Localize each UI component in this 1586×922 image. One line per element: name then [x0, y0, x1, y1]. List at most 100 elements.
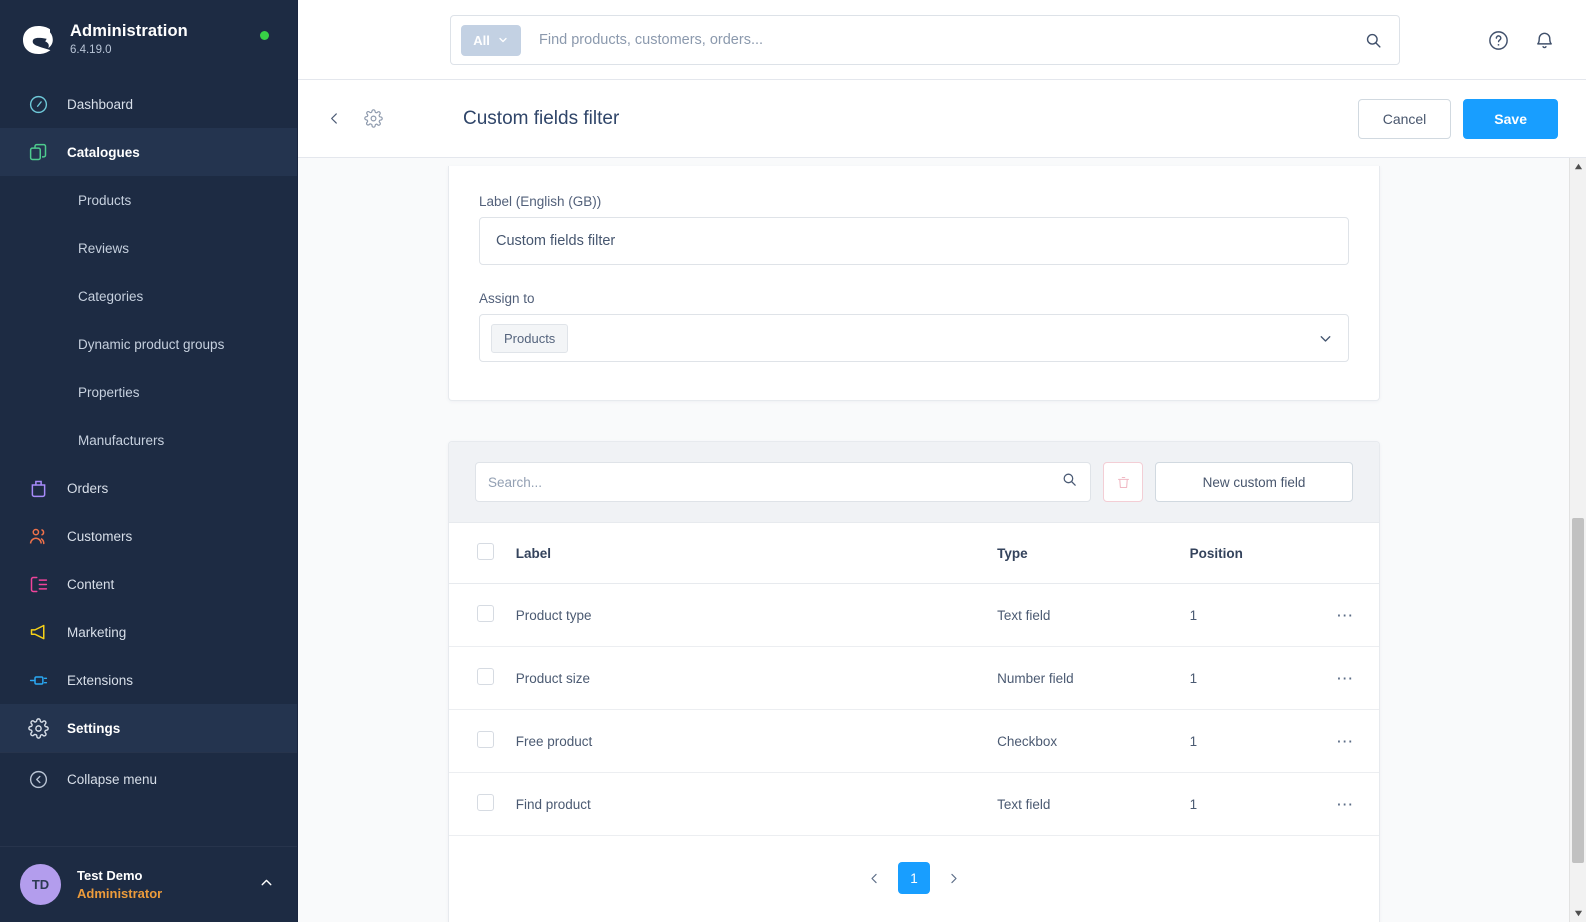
collapse-menu-label: Collapse menu	[67, 771, 158, 787]
chevron-left-icon[interactable]	[320, 104, 349, 133]
search-scope-dropdown[interactable]: All	[461, 24, 521, 56]
table-search-input[interactable]	[488, 474, 1061, 490]
column-header-position[interactable]: Position	[1189, 523, 1312, 584]
chevron-down-icon[interactable]	[1317, 330, 1334, 347]
global-search-bar: All	[450, 15, 1400, 65]
cancel-button[interactable]: Cancel	[1357, 98, 1452, 139]
row-checkbox[interactable]	[477, 794, 494, 811]
catalogues-icon	[26, 140, 50, 164]
scrollbar-down-arrow-icon[interactable]	[1570, 905, 1586, 922]
user-name: Test Demo	[77, 867, 143, 883]
brand-text: Administration 6.4.19.0	[70, 21, 188, 60]
table-row[interactable]: Find product Text field 1 ⋯	[449, 772, 1379, 836]
label-field-input[interactable]	[479, 217, 1349, 265]
column-header-type[interactable]: Type	[997, 523, 1190, 584]
row-select-cell	[449, 709, 516, 773]
field-spacer	[479, 265, 1349, 291]
save-button[interactable]: Save	[1463, 98, 1558, 139]
row-actions-cell: ⋯	[1311, 646, 1379, 710]
ellipsis-icon[interactable]: ⋯	[1336, 732, 1355, 751]
pagination-next-button[interactable]	[940, 867, 967, 890]
collapse-menu-button[interactable]: Collapse menu	[0, 755, 297, 803]
table-row[interactable]: Free product Checkbox 1 ⋯	[449, 709, 1379, 773]
sidebar-item-content[interactable]: Content	[0, 560, 297, 608]
sidebar-item-label: Reviews	[78, 240, 130, 256]
sidebar-item-label: Categories	[78, 288, 144, 304]
row-checkbox[interactable]	[477, 668, 494, 685]
gear-icon[interactable]	[358, 103, 389, 134]
sidebar-item-manufacturers[interactable]: Manufacturers	[0, 416, 297, 464]
sidebar-item-label: Marketing	[67, 624, 127, 640]
sidebar-item-customers[interactable]: Customers	[0, 512, 297, 560]
assign-to-label: Assign to	[479, 291, 535, 306]
sidebar-item-label: Products	[78, 192, 132, 208]
label-field-group: Label (English (GB))	[479, 194, 1349, 265]
table-head: Label Type Position	[449, 523, 1379, 584]
content-area: Label (English (GB)) Assign to Products	[298, 158, 1586, 922]
table-row[interactable]: Product size Number field 1 ⋯	[449, 646, 1379, 710]
user-texts: Test Demo Administrator	[77, 867, 258, 902]
row-select-cell	[449, 772, 516, 836]
table-search-wrapper	[475, 462, 1091, 502]
new-custom-field-button[interactable]: New custom field	[1155, 462, 1353, 502]
sidebar-item-orders[interactable]: Orders	[0, 464, 297, 512]
row-type: Text field	[997, 772, 1190, 836]
column-header-label[interactable]: Label	[515, 523, 998, 584]
sidebar-item-label: Catalogues	[67, 144, 140, 160]
pagination-page-1[interactable]: 1	[898, 862, 930, 894]
sidebar-item-dashboard[interactable]: Dashboard	[0, 80, 297, 128]
content-scroll: Label (English (GB)) Assign to Products	[298, 158, 1568, 922]
custom-fields-table: Label Type Position Product type Text fi…	[449, 523, 1379, 836]
assign-to-select[interactable]: Products	[479, 314, 1349, 362]
user-role: Administrator	[77, 885, 163, 901]
sidebar-item-marketing[interactable]: Marketing	[0, 608, 297, 656]
sidebar-nav: Dashboard Catalogues Products Reviews Ca…	[0, 78, 297, 846]
sidebar-item-settings[interactable]: Settings	[0, 704, 297, 752]
sidebar-item-products[interactable]: Products	[0, 176, 297, 224]
ellipsis-icon[interactable]: ⋯	[1336, 606, 1355, 625]
search-icon[interactable]	[1356, 31, 1391, 50]
row-checkbox[interactable]	[477, 605, 494, 622]
vertical-scrollbar[interactable]	[1569, 158, 1586, 922]
sidebar-item-dynamic-product-groups[interactable]: Dynamic product groups	[0, 320, 297, 368]
gear-icon	[26, 716, 50, 740]
assign-to-field-group: Assign to Products	[479, 291, 1349, 362]
scrollbar-thumb[interactable]	[1572, 518, 1584, 863]
select-all-header	[449, 523, 516, 584]
sidebar-item-catalogues[interactable]: Catalogues	[0, 128, 297, 176]
row-position: 1	[1189, 772, 1312, 836]
sidebar-item-label: Dashboard	[67, 96, 134, 112]
label-field-label: Label (English (GB))	[479, 194, 602, 209]
app-root: Administration 6.4.19.0 Dashboard Catalo…	[0, 0, 1586, 922]
table-body: Product type Text field 1 ⋯ Product size…	[449, 583, 1379, 836]
delete-selected-button[interactable]	[1103, 462, 1143, 502]
row-checkbox[interactable]	[477, 731, 494, 748]
table-toolbar: New custom field	[449, 442, 1379, 523]
custom-fields-card: New custom field Label Type Position	[448, 441, 1380, 922]
select-all-checkbox[interactable]	[477, 543, 494, 560]
ellipsis-icon[interactable]: ⋯	[1336, 795, 1355, 814]
row-position: 1	[1189, 583, 1312, 647]
sidebar-item-properties[interactable]: Properties	[0, 368, 297, 416]
pagination-prev-button[interactable]	[861, 867, 888, 890]
sidebar-item-extensions[interactable]: Extensions	[0, 656, 297, 704]
search-input[interactable]	[539, 32, 1356, 48]
help-circle-icon[interactable]	[1484, 26, 1512, 54]
assign-to-chip-products[interactable]: Products	[491, 323, 569, 353]
sidebar-item-categories[interactable]: Categories	[0, 272, 297, 320]
table-row[interactable]: Product type Text field 1 ⋯	[449, 583, 1379, 647]
bell-icon[interactable]	[1530, 26, 1558, 54]
ellipsis-icon[interactable]: ⋯	[1336, 669, 1355, 688]
user-profile-bar[interactable]: TD Test Demo Administrator	[0, 846, 297, 922]
row-label: Find product	[515, 772, 998, 836]
chevron-up-icon[interactable]	[258, 874, 275, 896]
sidebar-item-reviews[interactable]: Reviews	[0, 224, 297, 272]
row-position: 1	[1189, 646, 1312, 710]
sidebar-item-label: Extensions	[67, 672, 134, 688]
row-label: Product type	[515, 583, 998, 647]
chevron-down-icon	[499, 37, 507, 43]
scrollbar-up-arrow-icon[interactable]	[1570, 158, 1586, 175]
row-label: Product size	[515, 646, 998, 710]
search-icon[interactable]	[1061, 471, 1078, 493]
sidebar-item-label: Dynamic product groups	[78, 336, 225, 352]
